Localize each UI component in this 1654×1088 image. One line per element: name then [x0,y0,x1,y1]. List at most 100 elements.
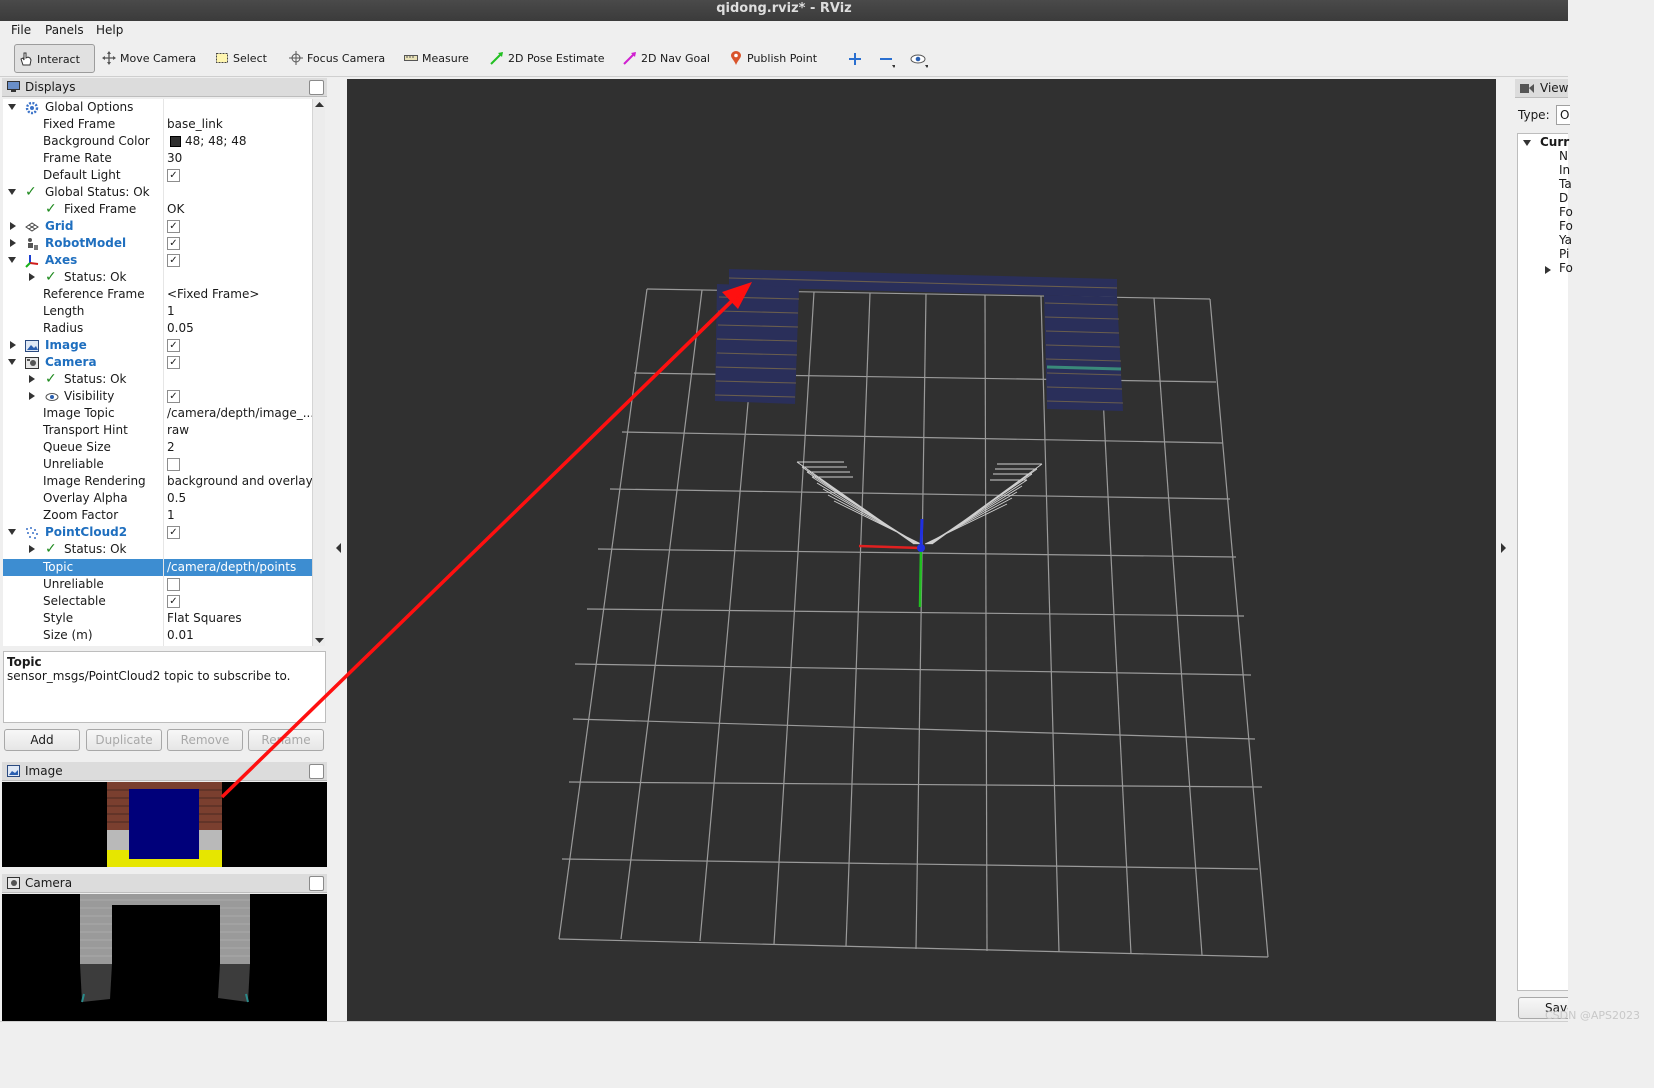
views-tree-item[interactable]: Fo [1559,261,1573,275]
expand-arrow-icon[interactable] [10,222,16,230]
tool-focus-camera[interactable]: Focus Camera [285,44,391,73]
checkbox-unchecked[interactable] [167,458,180,471]
views-tree-item[interactable]: Pi [1559,247,1569,261]
displays-panel-float-button[interactable] [309,80,324,95]
tree-row-global-options[interactable]: Global Options [3,99,312,116]
color-swatch[interactable] [170,136,181,147]
tree-row-image-topic[interactable]: Image Topic /camera/depth/image_... [3,405,312,422]
tree-value[interactable]: 2 [167,439,312,456]
expand-arrow-icon[interactable] [29,273,35,281]
tree-row-image[interactable]: Image ✓ [3,337,312,354]
tree-row-fixed-frame[interactable]: Fixed Frame base_link [3,116,312,133]
tree-row-camera[interactable]: Camera ✓ [3,354,312,371]
checkbox-checked[interactable]: ✓ [167,390,180,403]
tree-row-radius[interactable]: Radius 0.05 [3,320,312,337]
views-tree-item[interactable]: Ya [1559,233,1572,247]
views-tree-item[interactable]: Fo [1559,219,1573,233]
tree-row-reference-frame[interactable]: Reference Frame <Fixed Frame> [3,286,312,303]
tree-row-camera-status[interactable]: ✓ Status: Ok [3,371,312,388]
checkbox-checked[interactable]: ✓ [167,356,180,369]
expand-arrow-icon[interactable] [10,239,16,247]
tree-value[interactable]: base_link [167,116,312,133]
expand-arrow-icon[interactable] [29,545,35,553]
tree-row-axes[interactable]: Axes ✓ [3,252,312,269]
views-tree-item[interactable]: D [1559,191,1568,205]
checkbox-unchecked[interactable] [167,578,180,591]
add-button[interactable]: Add [4,729,80,751]
tree-row-pointcloud2-status[interactable]: ✓ Status: Ok [3,541,312,558]
tree-value[interactable]: 30 [167,150,312,167]
menu-help[interactable]: Help [96,23,123,37]
tree-value[interactable]: <Fixed Frame> [167,286,312,303]
collapse-left-handle-icon[interactable] [335,543,343,553]
collapse-arrow-icon[interactable] [8,529,16,535]
menu-panels[interactable]: Panels [45,23,84,37]
tree-value[interactable]: 48; 48; 48 [185,133,312,150]
expand-arrow-icon[interactable] [29,375,35,383]
checkbox-checked[interactable]: ✓ [167,169,180,182]
tree-row-topic-selected[interactable]: Topic /camera/depth/points [3,559,312,576]
tree-value[interactable]: 0.5 [167,490,312,507]
tree-row-length[interactable]: Length 1 [3,303,312,320]
expand-arrow-icon[interactable] [1545,266,1551,274]
scroll-down-icon[interactable] [315,637,324,644]
menu-file[interactable]: File [11,23,31,37]
tree-row-robotmodel[interactable]: RobotModel ✓ [3,235,312,252]
tool-select[interactable]: Select [211,44,273,73]
tool-2d-nav-goal[interactable]: 2D Nav Goal [619,44,716,73]
tree-row-style[interactable]: Style Flat Squares [3,610,312,627]
collapse-arrow-icon[interactable] [8,257,16,263]
rename-button[interactable]: Rename [248,729,324,751]
checkbox-checked[interactable]: ✓ [167,526,180,539]
tree-row-unreliable[interactable]: Unreliable [3,456,312,473]
tree-value[interactable]: Flat Squares [167,610,312,627]
3d-render-view[interactable] [347,79,1496,1021]
duplicate-button[interactable]: Duplicate [86,729,162,751]
checkbox-checked[interactable]: ✓ [167,339,180,352]
tree-value[interactable]: /camera/depth/points [167,559,312,576]
tree-row-selectable[interactable]: Selectable ✓ [3,593,312,610]
tree-row-frame-rate[interactable]: Frame Rate 30 [3,150,312,167]
tool-move-camera[interactable]: Move Camera [98,44,202,73]
scroll-up-icon[interactable] [315,101,324,108]
checkbox-checked[interactable]: ✓ [167,595,180,608]
tree-row-visibility[interactable]: Visibility ✓ [3,388,312,405]
tree-row-background-color[interactable]: Background Color 48; 48; 48 [3,133,312,150]
tree-value[interactable]: 0.01 [167,627,312,644]
collapse-arrow-icon[interactable] [8,104,16,110]
eye-icon[interactable] [910,50,928,68]
checkbox-checked[interactable]: ✓ [167,254,180,267]
tree-value[interactable]: 1 [167,303,312,320]
view-type-select[interactable]: O [1556,105,1570,125]
displays-scrollbar[interactable] [312,99,325,646]
tree-value[interactable]: raw [167,422,312,439]
tree-row-grid[interactable]: Grid ✓ [3,218,312,235]
collapse-arrow-icon[interactable] [8,359,16,365]
tree-row-overlay-alpha[interactable]: Overlay Alpha 0.5 [3,490,312,507]
tree-value[interactable]: 0.05 [167,320,312,337]
collapse-arrow-icon[interactable] [8,189,16,195]
tool-interact[interactable]: Interact [14,44,95,73]
tree-value[interactable]: /camera/depth/image_... [167,405,312,422]
tree-row-size[interactable]: Size (m) 0.01 [3,627,312,644]
tree-row-queue-size[interactable]: Queue Size 2 [3,439,312,456]
expand-arrow-icon[interactable] [29,392,35,400]
collapse-right-handle-icon[interactable] [1499,543,1507,553]
tree-row-fixed-frame-status[interactable]: ✓ Fixed Frame OK [3,201,312,218]
expand-arrow-icon[interactable] [10,341,16,349]
views-tree-item[interactable]: Ta [1559,177,1572,191]
views-tree-root[interactable]: Curr [1540,135,1569,149]
tree-row-default-light[interactable]: Default Light ✓ [3,167,312,184]
tree-row-unreliable[interactable]: Unreliable [3,576,312,593]
image-panel-float-button[interactable] [309,764,324,779]
tree-value[interactable]: background and overlay [167,473,312,490]
remove-tool-icon[interactable] [877,50,895,68]
tree-row-pointcloud2[interactable]: PointCloud2 ✓ [3,524,312,541]
tree-value[interactable]: 1 [167,507,312,524]
tree-row-image-rendering[interactable]: Image Rendering background and overlay [3,473,312,490]
checkbox-checked[interactable]: ✓ [167,237,180,250]
tree-row-axes-status[interactable]: ✓ Status: Ok [3,269,312,286]
add-tool-icon[interactable] [846,50,864,68]
views-tree-item[interactable]: N [1559,149,1568,163]
tree-row-global-status[interactable]: ✓ Global Status: Ok [3,184,312,201]
